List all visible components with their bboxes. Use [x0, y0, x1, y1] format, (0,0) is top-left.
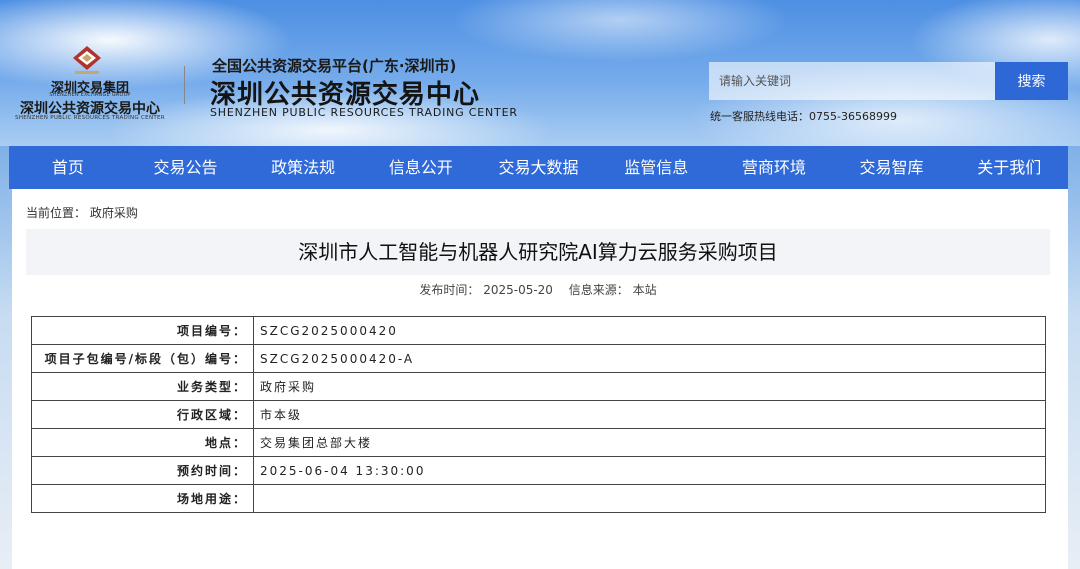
- row-label: 场地用途：: [31, 484, 254, 513]
- table-row: 项目编号： SZCG2025000420: [31, 316, 1046, 345]
- nav-item-trading-big-data[interactable]: 交易大数据: [480, 146, 598, 189]
- main-nav: 首页 交易公告 政策法规 信息公开 交易大数据 监管信息 营商环境 交易智库 关…: [9, 146, 1068, 189]
- side-decoration-right: [1068, 146, 1080, 569]
- table-row: 预约时间： 2025-06-04 13:30:00: [31, 456, 1046, 485]
- row-label: 业务类型：: [31, 372, 254, 401]
- site-title-en: SHENZHEN PUBLIC RESOURCES TRADING CENTER: [210, 106, 518, 119]
- row-value: SZCG2025000420: [253, 316, 1046, 345]
- row-label: 行政区域：: [31, 400, 254, 429]
- nav-item-info-disclosure[interactable]: 信息公开: [362, 146, 480, 189]
- nav-item-trading-announcements[interactable]: 交易公告: [127, 146, 245, 189]
- nav-item-think-tank[interactable]: 交易智库: [833, 146, 951, 189]
- logo-mark-icon: [73, 46, 101, 74]
- row-value: 2025-06-04 13:30:00: [253, 456, 1046, 485]
- logo-divider: [184, 66, 185, 104]
- side-decoration-left: [0, 146, 12, 569]
- nav-item-business-environment[interactable]: 营商环境: [715, 146, 833, 189]
- publish-time: 发布时间： 2025-05-20: [419, 283, 553, 297]
- nav-item-policies[interactable]: 政策法规: [244, 146, 362, 189]
- row-label: 预约时间：: [31, 456, 254, 485]
- nav-item-about-us[interactable]: 关于我们: [950, 146, 1068, 189]
- service-hotline: 统一客服热线电话：0755-36568999: [710, 110, 897, 123]
- breadcrumb: 当前位置： 政府采购: [26, 206, 138, 220]
- table-row: 项目子包编号/标段（包）编号： SZCG2025000420-A: [31, 344, 1046, 373]
- search-input[interactable]: [709, 62, 995, 100]
- nav-item-supervision[interactable]: 监管信息: [597, 146, 715, 189]
- site-logo[interactable]: 深圳交易集团 SHENZHEN EXCHANGE GROUP 深圳公共资源交易中…: [10, 44, 170, 124]
- row-value: [253, 484, 1046, 513]
- project-info-table: 项目编号： SZCG2025000420 项目子包编号/标段（包）编号： SZC…: [31, 316, 1046, 513]
- table-row: 业务类型： 政府采购: [31, 372, 1046, 401]
- platform-subtitle: 全国公共资源交易平台(广东·深圳市): [212, 57, 457, 75]
- logo-center-name-en: SHENZHEN PUBLIC RESOURCES TRADING CENTER: [15, 115, 165, 121]
- table-row: 场地用途：: [31, 484, 1046, 513]
- table-row: 地点： 交易集团总部大楼: [31, 428, 1046, 457]
- table-row: 行政区域： 市本级: [31, 400, 1046, 429]
- row-label: 项目编号：: [31, 316, 254, 345]
- row-label: 地点：: [31, 428, 254, 457]
- search-button[interactable]: 搜索: [995, 62, 1068, 100]
- info-source: 信息来源： 本站: [568, 283, 657, 297]
- row-value: 市本级: [253, 400, 1046, 429]
- row-value: 交易集团总部大楼: [253, 428, 1046, 457]
- nav-item-home[interactable]: 首页: [9, 146, 127, 189]
- article-meta: 发布时间： 2025-05-20 信息来源： 本站: [26, 281, 1050, 298]
- page-title: 深圳市人工智能与机器人研究院AI算力云服务采购项目: [298, 240, 778, 264]
- row-value: 政府采购: [253, 372, 1046, 401]
- row-value: SZCG2025000420-A: [253, 344, 1046, 373]
- row-label: 项目子包编号/标段（包）编号：: [31, 344, 254, 373]
